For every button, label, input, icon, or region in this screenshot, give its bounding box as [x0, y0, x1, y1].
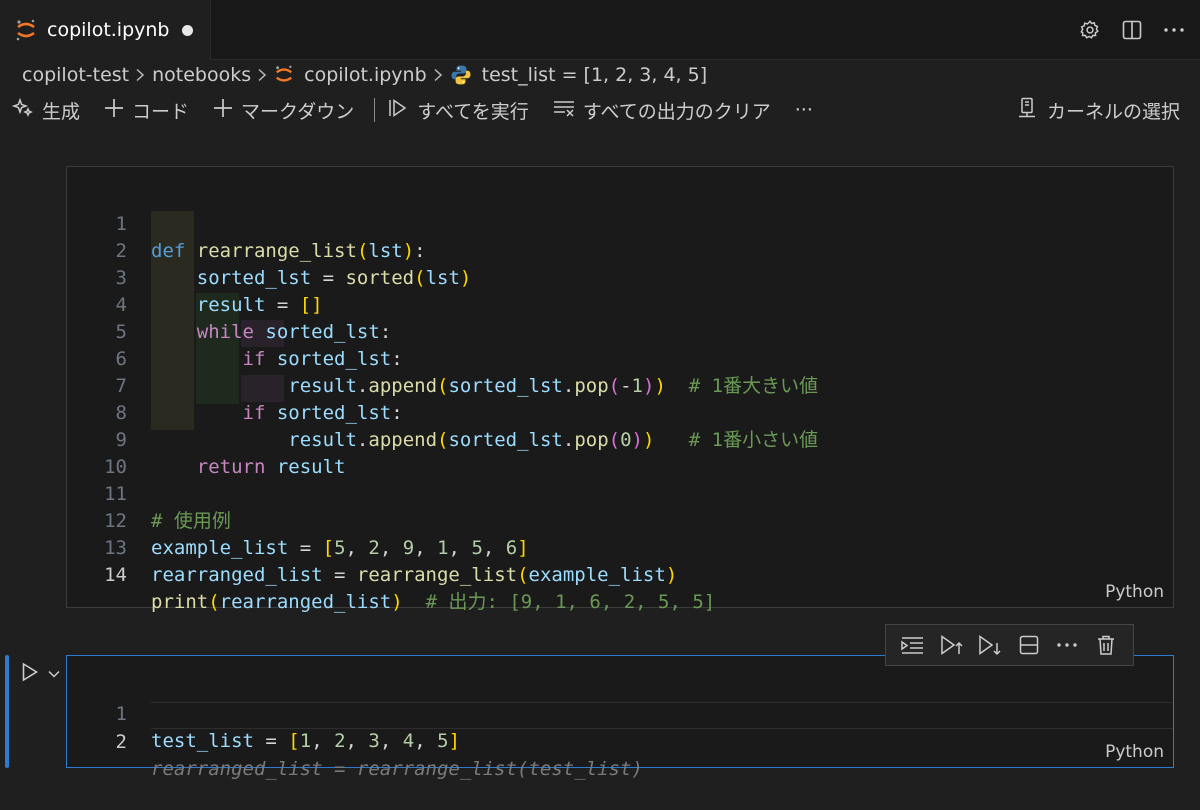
- run-options-button[interactable]: [46, 664, 62, 680]
- add-code-label: コード: [132, 100, 190, 123]
- code-cell-1[interactable]: 1 def rearrange_list(lst): 2 sorted_lst …: [66, 166, 1174, 613]
- code-line: 4 while sorted_lst:: [67, 265, 392, 343]
- unsaved-indicator-dot[interactable]: [182, 25, 193, 36]
- generate-button[interactable]: 生成: [11, 97, 81, 124]
- code-cell-2[interactable]: 1 test_list = [1, 2, 3, 4, 5] 2 rearrang…: [66, 655, 1174, 780]
- sparkle-icon: [11, 97, 34, 124]
- run-all-icon: [387, 97, 409, 124]
- plus-icon: [104, 98, 124, 123]
- code-line: 3 result = []: [67, 238, 323, 316]
- tab-copilot-ipynb[interactable]: copilot.ipynb: [0, 0, 211, 60]
- inline-suggestion[interactable]: rearranged_list = rearrange_list(test_li…: [151, 756, 643, 783]
- select-kernel-label: カーネルの選択: [1046, 100, 1180, 123]
- code-line: 6 result.append(sorted_lst.pop(-1)) # 1番…: [67, 319, 819, 397]
- jupyter-icon: [15, 18, 37, 42]
- breadcrumb: copilot-test notebooks copilot.ipynb tes…: [22, 62, 707, 88]
- chevron-right-icon: [433, 68, 443, 82]
- editor-tab-bar: copilot.ipynb: [0, 0, 1200, 60]
- code-line: 10: [67, 427, 136, 478]
- code-line: 11 # 使用例: [67, 454, 231, 532]
- more-cell-actions-icon[interactable]: [1054, 632, 1080, 658]
- chevron-right-icon: [135, 68, 145, 82]
- clear-all-outputs-button[interactable]: すべての出力のクリア: [553, 97, 771, 124]
- editor-actions: [1078, 16, 1186, 44]
- code-line: 2 rearranged_list = rearrange_list(test_…: [67, 702, 643, 780]
- cell-language-label[interactable]: Python: [1105, 582, 1164, 602]
- play-icon: [21, 662, 39, 686]
- jupyter-icon: [274, 64, 294, 86]
- run-all-label: すべてを実行: [417, 100, 529, 123]
- generate-label: 生成: [42, 100, 81, 123]
- add-markdown-label: マークダウン: [241, 100, 355, 123]
- plus-icon: [213, 98, 233, 123]
- execute-above-icon[interactable]: [939, 632, 965, 658]
- breadcrumb-item-file[interactable]: copilot.ipynb: [304, 64, 427, 86]
- split-cell-icon[interactable]: [1016, 632, 1042, 658]
- add-code-cell-button[interactable]: コード: [104, 97, 189, 124]
- more-actions-icon[interactable]: [1162, 16, 1186, 44]
- code-line: 1 def rearrange_list(lst):: [67, 184, 426, 262]
- code-line: 14 print(rearranged_list) # 出力: [9, 1, 6…: [67, 535, 715, 613]
- add-markdown-cell-button[interactable]: マークダウン: [213, 97, 354, 124]
- run-cell-button[interactable]: [19, 662, 41, 686]
- line-number: 2: [115, 731, 127, 753]
- execute-below-icon[interactable]: [977, 632, 1003, 658]
- cell-toolbar: [885, 624, 1134, 666]
- trash-icon[interactable]: [1093, 632, 1119, 658]
- select-kernel-button[interactable]: カーネルの選択: [1017, 97, 1180, 124]
- clear-all-label: すべての出力のクリア: [582, 100, 771, 123]
- more-label: ···: [794, 99, 813, 121]
- code-line: 9 return result: [67, 400, 346, 478]
- run-all-button[interactable]: すべてを実行: [387, 97, 529, 124]
- code-line: 12 example_list = [5, 2, 9, 1, 5, 6]: [67, 481, 529, 559]
- python-icon: [450, 64, 472, 86]
- code-line: 7 if sorted_lst:: [67, 346, 403, 424]
- code-line: 2 sorted_lst = sorted(lst): [67, 211, 472, 289]
- chevron-right-icon: [257, 68, 267, 82]
- split-editor-icon[interactable]: [1120, 16, 1144, 44]
- more-toolbar-actions-button[interactable]: ···: [795, 99, 813, 121]
- run-by-line-icon[interactable]: [900, 632, 926, 658]
- tab-title: copilot.ipynb: [47, 19, 170, 41]
- gear-icon[interactable]: [1078, 16, 1102, 44]
- notebook-toolbar: 生成 コード マークダウン すべてを実行 すべての出力のクリア ··· カーネル…: [11, 96, 1180, 124]
- breadcrumb-item-subfolder[interactable]: notebooks: [152, 64, 251, 86]
- code-line: 1 test_list = [1, 2, 3, 4, 5]: [67, 674, 460, 752]
- cell-language-label[interactable]: Python: [1105, 742, 1164, 762]
- code-line: 8 result.append(sorted_lst.pop(0)) # 1番小…: [67, 373, 819, 451]
- cell-focus-indicator: [5, 655, 9, 768]
- code-line: 13 rearranged_list = rearrange_list(exam…: [67, 508, 677, 586]
- chevron-down-icon: [48, 663, 60, 682]
- toolbar-divider: [374, 98, 376, 122]
- current-line-highlight: [151, 702, 1173, 729]
- breadcrumb-item-folder[interactable]: copilot-test: [22, 64, 129, 86]
- line-number: 14: [104, 564, 127, 586]
- server-icon: [1017, 97, 1037, 124]
- breadcrumb-item-symbol[interactable]: test_list = [1, 2, 3, 4, 5]: [482, 64, 707, 86]
- code-line: 5 if sorted_lst:: [67, 292, 403, 370]
- clear-all-icon: [553, 98, 575, 123]
